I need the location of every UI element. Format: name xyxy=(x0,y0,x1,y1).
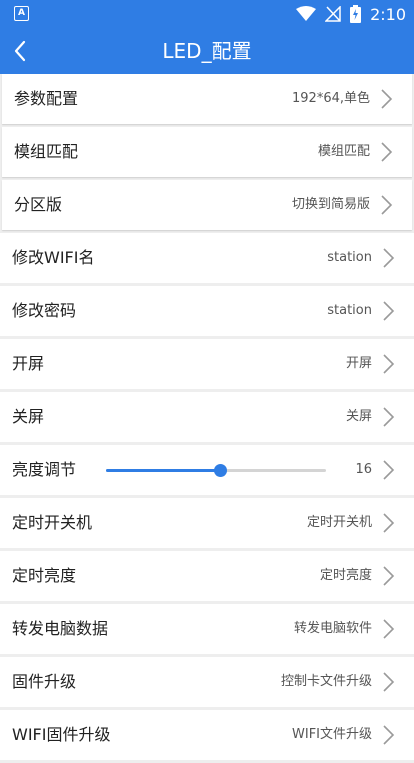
no-signal-icon xyxy=(325,6,341,22)
setting-label: 模组匹配 xyxy=(14,142,79,161)
setting-label: 关屏 xyxy=(12,407,45,426)
back-button[interactable] xyxy=(6,33,42,69)
setting-value: 模组匹配 xyxy=(317,144,370,159)
brightness-slider-fill xyxy=(106,469,221,472)
brightness-slider[interactable] xyxy=(106,464,326,477)
setting-value: 控制卡文件升级 xyxy=(280,674,372,689)
setting-value: 切换到简易版 xyxy=(291,197,370,212)
chevron-right-icon xyxy=(383,566,395,586)
setting-label: 分区版 xyxy=(14,195,63,214)
chevron-right-icon xyxy=(383,354,395,374)
setting-row-module-match[interactable]: 模组匹配 模组匹配 xyxy=(2,127,412,177)
page-title: LED_配置 xyxy=(162,39,252,63)
battery-charging-icon xyxy=(350,5,362,23)
setting-label: WIFI固件升级 xyxy=(12,725,111,744)
chevron-right-icon xyxy=(383,513,395,533)
brightness-slider-thumb[interactable] xyxy=(214,464,228,477)
setting-label: 参数配置 xyxy=(14,89,79,108)
app-bar: LED_配置 xyxy=(0,28,414,74)
chevron-right-icon xyxy=(383,672,395,692)
chevron-right-icon[interactable] xyxy=(376,458,400,482)
setting-label: 亮度调节 xyxy=(12,460,77,479)
chevron-right-icon xyxy=(383,619,395,639)
status-icons: 2:10 xyxy=(296,0,406,28)
setting-value: 转发电脑软件 xyxy=(293,621,372,636)
status-bar: A 2:10 xyxy=(0,0,414,28)
status-time: 2:10 xyxy=(370,4,406,24)
setting-value: 定时亮度 xyxy=(319,568,372,583)
setting-value: WIFI文件升级 xyxy=(292,727,372,742)
setting-row-partition[interactable]: 分区版 切换到简易版 xyxy=(2,180,412,230)
chevron-right-icon xyxy=(383,248,395,268)
setting-label: 定时开关机 xyxy=(12,513,93,532)
setting-label: 转发电脑数据 xyxy=(12,619,109,638)
setting-label: 开屏 xyxy=(12,354,45,373)
setting-label: 修改WIFI名 xyxy=(12,248,95,267)
setting-label: 修改密码 xyxy=(12,301,77,320)
setting-label: 固件升级 xyxy=(12,672,77,691)
setting-value: 定时开关机 xyxy=(306,515,372,530)
settings-list: 参数配置 192*64,单色 模组匹配 模组匹配 分区版 切换到简易版 修改WI… xyxy=(0,74,414,763)
setting-row-brightness: 亮度调节 16 xyxy=(0,445,414,495)
setting-row-forward-pc-data[interactable]: 转发电脑数据 转发电脑软件 xyxy=(0,604,414,654)
setting-value: 关屏 xyxy=(345,409,372,424)
chevron-right-icon xyxy=(383,407,395,427)
chevron-right-icon xyxy=(383,725,395,745)
chevron-right-icon xyxy=(381,89,393,109)
chevron-right-icon xyxy=(381,142,393,162)
setting-row-password[interactable]: 修改密码 station xyxy=(0,286,414,336)
brightness-value: 16 xyxy=(355,462,372,477)
chevron-right-icon xyxy=(383,301,395,321)
setting-value: station xyxy=(327,303,372,318)
setting-value: 开屏 xyxy=(345,356,372,371)
wifi-icon xyxy=(296,6,317,21)
setting-row-screen-on[interactable]: 开屏 开屏 xyxy=(0,339,414,389)
chevron-left-icon xyxy=(14,40,26,62)
setting-row-timer-power[interactable]: 定时开关机 定时开关机 xyxy=(0,498,414,548)
setting-row-firmware-upgrade[interactable]: 固件升级 控制卡文件升级 xyxy=(0,657,414,707)
app-notification-icon: A xyxy=(14,6,29,21)
setting-row-timer-brightness[interactable]: 定时亮度 定时亮度 xyxy=(0,551,414,601)
setting-row-param-config[interactable]: 参数配置 192*64,单色 xyxy=(2,74,412,124)
setting-label: 定时亮度 xyxy=(12,566,77,585)
chevron-right-icon xyxy=(381,195,393,215)
setting-row-wifi-name[interactable]: 修改WIFI名 station xyxy=(0,233,414,283)
setting-row-wifi-firmware-upgrade[interactable]: WIFI固件升级 WIFI文件升级 xyxy=(0,710,414,760)
setting-value: 192*64,单色 xyxy=(292,91,370,106)
setting-row-screen-off[interactable]: 关屏 关屏 xyxy=(0,392,414,442)
setting-value: station xyxy=(327,250,372,265)
